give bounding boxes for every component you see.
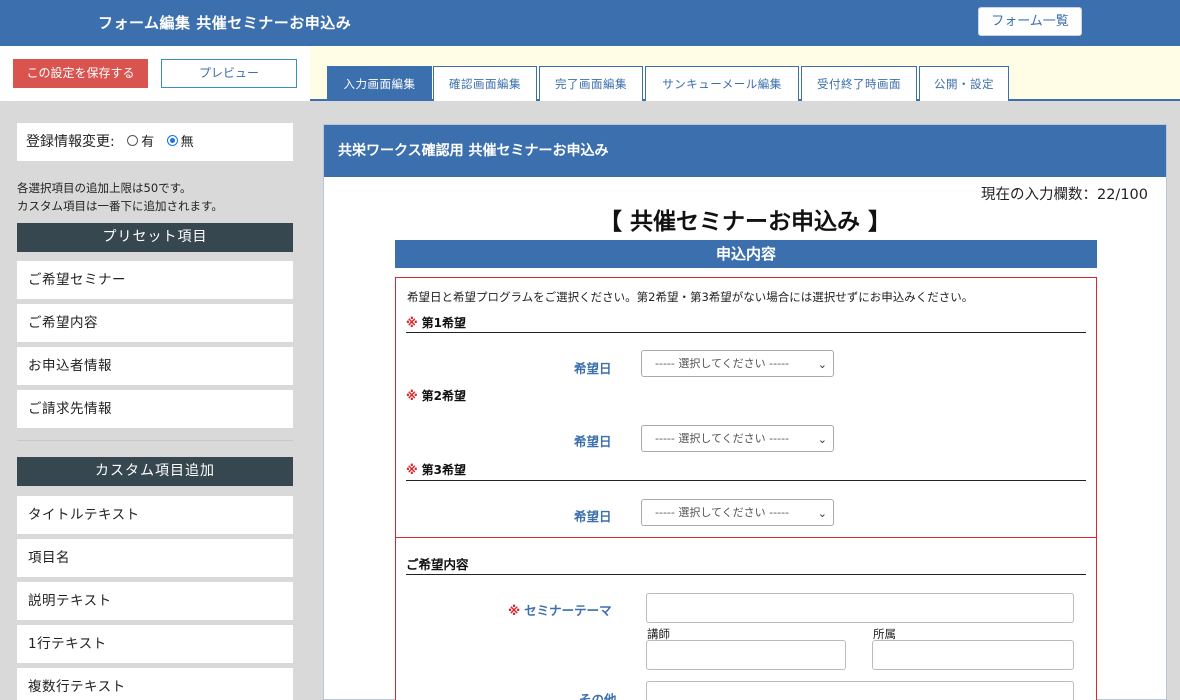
preference-1-title: ※ 第1希望: [406, 316, 467, 330]
custom-heading: カスタム項目追加: [17, 457, 293, 486]
other-label: その他: [579, 692, 617, 700]
panel-title: 共栄ワークス確認用 共催セミナーお申込み: [324, 125, 1166, 177]
seminar-theme-input[interactable]: [646, 593, 1074, 623]
preset-heading: プリセット項目: [17, 223, 293, 252]
required-mark: ※: [508, 603, 521, 618]
radio-no[interactable]: [166, 134, 178, 146]
preset-item-seminar[interactable]: ご希望セミナー: [17, 261, 293, 299]
tab-confirm-screen[interactable]: 確認画面編集: [433, 66, 537, 101]
custom-item-title-text[interactable]: タイトルテキスト: [17, 496, 293, 534]
seminar-theme-label: ※ セミナーテーマ: [508, 603, 612, 618]
form-title: 【 共催セミナーお申込み 】: [598, 209, 891, 235]
lecturer-input[interactable]: [646, 640, 846, 670]
page-title: フォーム編集 共催セミナーお申込み: [98, 14, 352, 32]
content-section-title: ご希望内容: [406, 557, 469, 572]
custom-item-field-name[interactable]: 項目名: [17, 539, 293, 577]
save-settings-button[interactable]: この設定を保存する: [13, 59, 148, 88]
section-bar: 申込内容: [395, 240, 1097, 268]
radio-yes[interactable]: [127, 134, 139, 146]
sidebar-divider: [17, 440, 293, 441]
preference-2-date-label: 希望日: [574, 434, 612, 449]
form-editor-panel: 共栄ワークス確認用 共催セミナーお申込み 現在の入力欄数：22/100 【 共催…: [323, 124, 1167, 700]
chevron-down-icon: ⌄: [817, 507, 827, 520]
tab-publish-settings[interactable]: 公開・設定: [919, 66, 1009, 101]
preview-button[interactable]: プレビュー: [161, 59, 297, 88]
preset-item-content[interactable]: ご希望内容: [17, 304, 293, 342]
desired-content-block[interactable]: ご希望内容 ※ セミナーテーマ 講師 所属 その他: [395, 537, 1097, 700]
required-mark: ※: [406, 463, 418, 477]
preference-2-date-select[interactable]: ----- 選択してください ----- ⌄: [641, 425, 834, 452]
tab-thankyou-mail[interactable]: サンキューメール編集: [645, 66, 799, 101]
custom-item-single-line[interactable]: 1行テキスト: [17, 625, 293, 663]
preference-3-date-label: 希望日: [574, 509, 612, 524]
preference-1-rule: [406, 332, 1086, 333]
radio-no-label: 無: [180, 135, 194, 150]
instruction-text: 希望日と希望プログラムをご選択ください。第2希望・第3希望がない場合には選択せず…: [407, 290, 974, 304]
preference-3-date-select[interactable]: ----- 選択してください ----- ⌄: [641, 499, 834, 526]
content-section-rule: [406, 574, 1086, 575]
sidebar: 登録情報変更: 有 無 各選択項目の追加上限は50です。 カスタム項目は一番下に…: [0, 101, 310, 700]
tab-strip: 入力画面編集 確認画面編集 完了画面編集 サンキューメール編集 受付終了時画面 …: [310, 46, 1180, 101]
custom-item-multi-line[interactable]: 複数行テキスト: [17, 668, 293, 700]
required-mark: ※: [406, 316, 418, 330]
top-bar: フォーム編集 共催セミナーお申込み フォーム一覧: [0, 0, 1180, 46]
tab-input-screen[interactable]: 入力画面編集: [327, 66, 432, 101]
chevron-down-icon: ⌄: [817, 358, 827, 371]
preference-3-title: ※ 第3希望: [406, 463, 467, 477]
required-mark: ※: [406, 389, 418, 403]
preset-item-applicant[interactable]: お申込者情報: [17, 347, 293, 385]
field-count: 現在の入力欄数：22/100: [980, 187, 1148, 203]
affiliation-input[interactable]: [872, 640, 1074, 670]
radio-yes-label: 有: [141, 135, 155, 150]
preference-3-rule: [406, 480, 1086, 481]
preference-1-date-label: 希望日: [574, 361, 612, 376]
preference-1-date-select[interactable]: ----- 選択してください ----- ⌄: [641, 350, 834, 377]
registration-change-label: 登録情報変更:: [26, 134, 115, 150]
preset-item-billing[interactable]: ご請求先情報: [17, 390, 293, 428]
preference-2-title: ※ 第2希望: [406, 389, 467, 403]
tab-complete-screen[interactable]: 完了画面編集: [539, 66, 643, 101]
registration-change-box: 登録情報変更: 有 無: [17, 123, 293, 161]
custom-note: カスタム項目は一番下に追加されます。: [17, 199, 223, 213]
custom-item-description[interactable]: 説明テキスト: [17, 582, 293, 620]
action-area: この設定を保存する プレビュー: [0, 46, 310, 101]
other-input[interactable]: [646, 681, 1074, 700]
seminar-preference-block[interactable]: 希望日と希望プログラムをご選択ください。第2希望・第3希望がない場合には選択せず…: [395, 277, 1097, 538]
chevron-down-icon: ⌄: [817, 433, 827, 446]
form-list-button[interactable]: フォーム一覧: [978, 7, 1082, 36]
limit-note: 各選択項目の追加上限は50です。: [17, 181, 192, 195]
tab-closed-screen[interactable]: 受付終了時画面: [801, 66, 917, 101]
